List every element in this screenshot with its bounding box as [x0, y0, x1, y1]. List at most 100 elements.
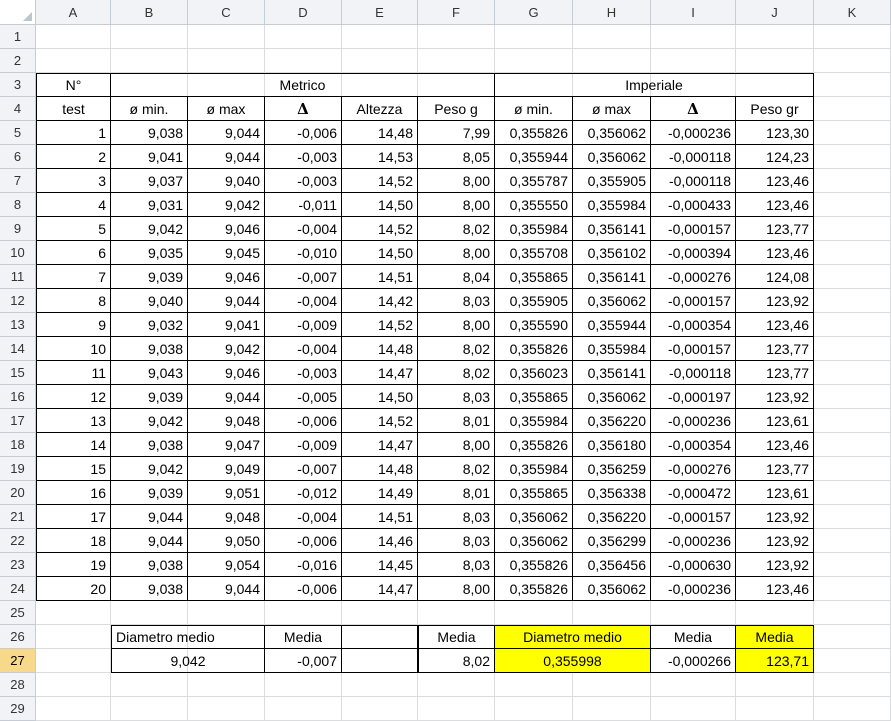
cell-K7[interactable] — [814, 169, 891, 193]
data-cell-a16[interactable]: 12 — [36, 385, 111, 409]
data-cell-f23[interactable]: 8,03 — [418, 553, 495, 577]
data-cell-e16[interactable]: 14,50 — [342, 385, 418, 409]
cell-A28[interactable] — [36, 673, 111, 697]
data-cell-j24[interactable]: 123,46 — [736, 577, 814, 601]
data-cell-j16[interactable]: 123,92 — [736, 385, 814, 409]
header-imperial-i[interactable]: Δ — [651, 97, 736, 121]
cell-K3[interactable] — [814, 73, 891, 97]
data-cell-e20[interactable]: 14,49 — [342, 481, 418, 505]
cell-H28[interactable] — [573, 673, 651, 697]
column-header-h[interactable]: H — [573, 0, 651, 25]
data-cell-a10[interactable]: 6 — [36, 241, 111, 265]
row-header-13[interactable]: 13 — [0, 313, 36, 337]
summary-value-diametro-medio-imperial[interactable]: 0,355998 — [495, 649, 651, 673]
cell-H29[interactable] — [573, 697, 651, 721]
cell-I25[interactable] — [651, 601, 736, 625]
data-cell-e17[interactable]: 14,52 — [342, 409, 418, 433]
data-cell-d24[interactable]: -0,006 — [265, 577, 342, 601]
data-cell-f13[interactable]: 8,00 — [418, 313, 495, 337]
summary-label-diametro-medio[interactable]: Diametro medio — [111, 625, 265, 649]
data-cell-d12[interactable]: -0,004 — [265, 289, 342, 313]
data-cell-h19[interactable]: 0,356259 — [573, 457, 651, 481]
column-header-a[interactable]: A — [36, 0, 111, 25]
data-cell-g5[interactable]: 0,355826 — [495, 121, 573, 145]
data-cell-c13[interactable]: 9,041 — [188, 313, 265, 337]
data-cell-g18[interactable]: 0,355826 — [495, 433, 573, 457]
data-cell-b14[interactable]: 9,038 — [111, 337, 188, 361]
data-cell-h5[interactable]: 0,356062 — [573, 121, 651, 145]
cell-A27[interactable] — [36, 649, 111, 673]
header-metrico[interactable]: Metrico — [111, 73, 495, 97]
cell-C2[interactable] — [188, 49, 265, 73]
data-cell-j22[interactable]: 123,92 — [736, 529, 814, 553]
data-cell-b20[interactable]: 9,039 — [111, 481, 188, 505]
data-cell-c17[interactable]: 9,048 — [188, 409, 265, 433]
data-cell-d5[interactable]: -0,006 — [265, 121, 342, 145]
row-header-5[interactable]: 5 — [0, 121, 36, 145]
data-cell-b6[interactable]: 9,041 — [111, 145, 188, 169]
data-cell-h6[interactable]: 0,356062 — [573, 145, 651, 169]
summary-value-media-peso[interactable]: 8,02 — [418, 649, 495, 673]
data-cell-h10[interactable]: 0,356102 — [573, 241, 651, 265]
data-cell-h9[interactable]: 0,356141 — [573, 217, 651, 241]
data-cell-b19[interactable]: 9,042 — [111, 457, 188, 481]
cell-K11[interactable] — [814, 265, 891, 289]
cell-F28[interactable] — [418, 673, 495, 697]
data-cell-e8[interactable]: 14,50 — [342, 193, 418, 217]
cell-H1[interactable] — [573, 25, 651, 49]
data-cell-f17[interactable]: 8,01 — [418, 409, 495, 433]
cell-A25[interactable] — [36, 601, 111, 625]
data-cell-c20[interactable]: 9,051 — [188, 481, 265, 505]
cell-K17[interactable] — [814, 409, 891, 433]
data-cell-g24[interactable]: 0,355826 — [495, 577, 573, 601]
data-cell-c14[interactable]: 9,042 — [188, 337, 265, 361]
data-cell-i22[interactable]: -0,000236 — [651, 529, 736, 553]
cell-I28[interactable] — [651, 673, 736, 697]
data-cell-e19[interactable]: 14,48 — [342, 457, 418, 481]
data-cell-f10[interactable]: 8,00 — [418, 241, 495, 265]
data-cell-c6[interactable]: 9,044 — [188, 145, 265, 169]
data-cell-a23[interactable]: 19 — [36, 553, 111, 577]
data-cell-e13[interactable]: 14,52 — [342, 313, 418, 337]
header-metric-d[interactable]: Δ — [265, 97, 342, 121]
cell-C28[interactable] — [188, 673, 265, 697]
data-cell-a17[interactable]: 13 — [36, 409, 111, 433]
summary-label-media-delta[interactable]: Media — [265, 625, 342, 649]
row-header-4[interactable]: 4 — [0, 97, 36, 121]
row-header-26[interactable]: 26 — [0, 625, 36, 649]
cell-K28[interactable] — [814, 673, 891, 697]
data-cell-b13[interactable]: 9,032 — [111, 313, 188, 337]
data-cell-h16[interactable]: 0,356062 — [573, 385, 651, 409]
row-header-1[interactable]: 1 — [0, 25, 36, 49]
data-cell-d17[interactable]: -0,006 — [265, 409, 342, 433]
column-header-d[interactable]: D — [265, 0, 342, 25]
data-cell-a8[interactable]: 4 — [36, 193, 111, 217]
cell-A1[interactable] — [36, 25, 111, 49]
row-header-3[interactable]: 3 — [0, 73, 36, 97]
cell-G29[interactable] — [495, 697, 573, 721]
data-cell-b24[interactable]: 9,038 — [111, 577, 188, 601]
data-cell-f14[interactable]: 8,02 — [418, 337, 495, 361]
cell-K24[interactable] — [814, 577, 891, 601]
data-cell-h8[interactable]: 0,355984 — [573, 193, 651, 217]
row-header-15[interactable]: 15 — [0, 361, 36, 385]
row-header-19[interactable]: 19 — [0, 457, 36, 481]
data-cell-i15[interactable]: -0,000118 — [651, 361, 736, 385]
data-cell-g22[interactable]: 0,356062 — [495, 529, 573, 553]
select-all-corner[interactable] — [0, 0, 36, 25]
spreadsheet-grid[interactable]: A B C D E F G H I J K 1 2 3 4 5 6 7 8 9 10 11 12 13 14 15 16 17 18 19… — [0, 0, 891, 721]
header-imperial-h[interactable]: ø max — [573, 97, 651, 121]
data-cell-g12[interactable]: 0,355905 — [495, 289, 573, 313]
data-cell-f24[interactable]: 8,00 — [418, 577, 495, 601]
row-header-27[interactable]: 27 — [0, 649, 36, 673]
column-header-c[interactable]: C — [188, 0, 265, 25]
data-cell-h17[interactable]: 0,356220 — [573, 409, 651, 433]
cell-J25[interactable] — [736, 601, 814, 625]
cell-D29[interactable] — [265, 697, 342, 721]
data-cell-i14[interactable]: -0,000157 — [651, 337, 736, 361]
data-cell-g15[interactable]: 0,356023 — [495, 361, 573, 385]
data-cell-b8[interactable]: 9,031 — [111, 193, 188, 217]
data-cell-j5[interactable]: 123,30 — [736, 121, 814, 145]
data-cell-i12[interactable]: -0,000157 — [651, 289, 736, 313]
summary-value-diametro-medio[interactable]: 9,042 — [111, 649, 265, 673]
